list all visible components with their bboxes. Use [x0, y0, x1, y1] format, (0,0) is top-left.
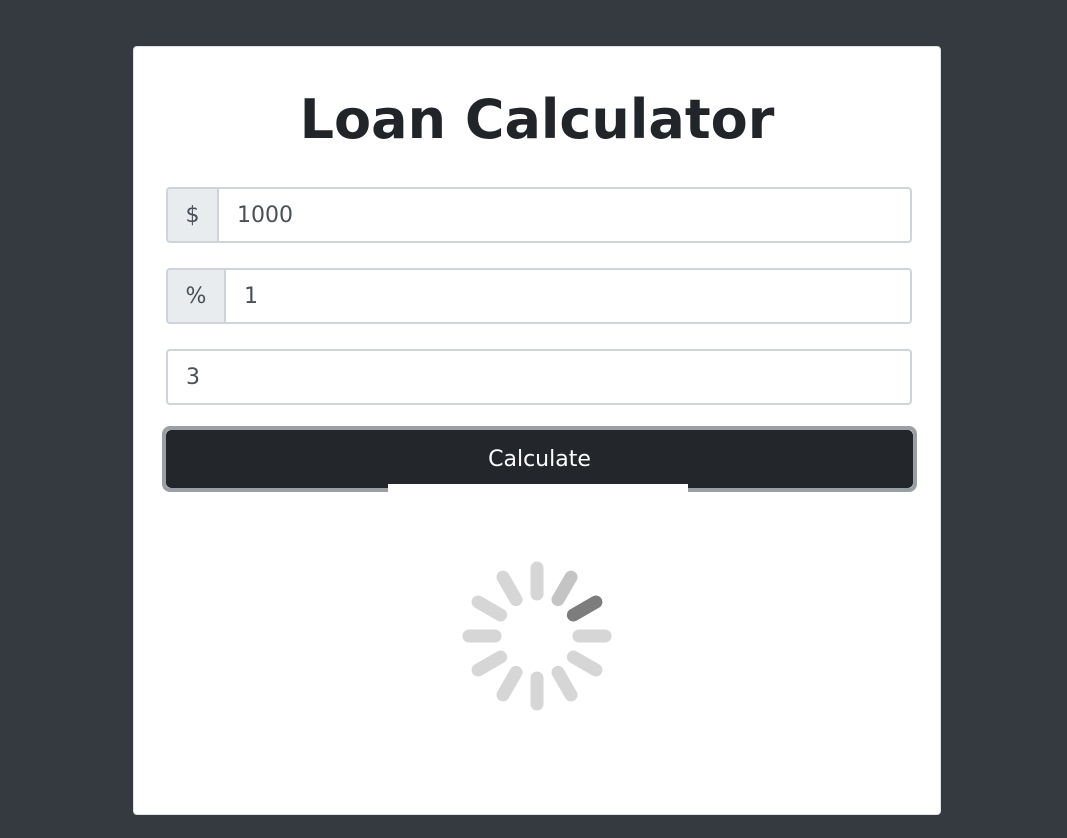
loan-calculator-card: Loan Calculator $ % Calculate [133, 46, 941, 815]
spinner-spoke [496, 665, 523, 702]
spinner-spoke [566, 650, 603, 677]
interest-input[interactable] [224, 268, 912, 324]
years-input[interactable] [166, 349, 912, 405]
button-shadow-gap [388, 484, 688, 493]
percent-addon: % [166, 268, 224, 324]
interest-input-group: % [166, 268, 912, 324]
spinner-spoke [551, 570, 578, 607]
years-input-group [166, 349, 912, 405]
amount-input[interactable] [217, 187, 912, 243]
spinner-spoke [471, 650, 508, 677]
page-title: Loan Calculator [299, 88, 775, 151]
spinner-spoke [551, 665, 578, 702]
spinner-spoke [566, 595, 603, 622]
amount-input-group: $ [166, 187, 912, 243]
spinner-spoke [496, 570, 523, 607]
loading-spinner-icon [462, 561, 612, 711]
calculate-button-focus-ring: Calculate [162, 426, 917, 492]
calculate-button[interactable]: Calculate [166, 430, 913, 488]
spinner-spoke [471, 595, 508, 622]
dollar-addon: $ [166, 187, 217, 243]
